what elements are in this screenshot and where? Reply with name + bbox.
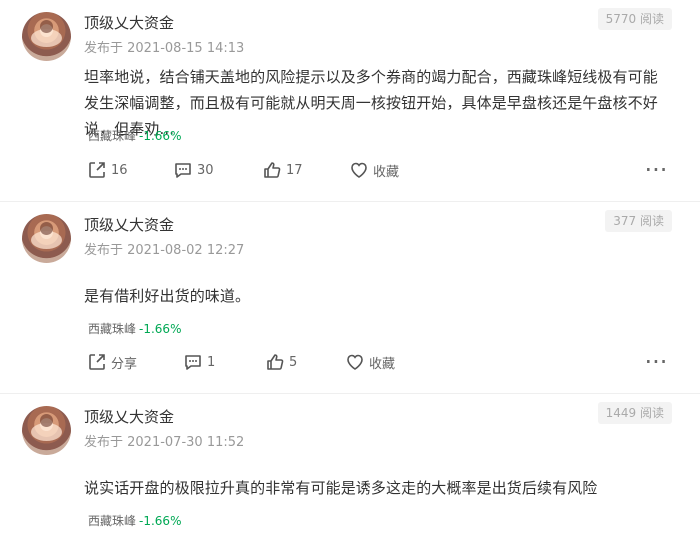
share-count: 16 — [111, 162, 128, 178]
post-date: 发布于 2021-08-15 14:13 — [84, 41, 245, 56]
collect-button[interactable]: 收藏 — [344, 351, 395, 373]
avatar[interactable] — [22, 406, 71, 455]
avatar[interactable] — [22, 214, 71, 263]
post-date: 发布于 2021-08-02 12:27 — [84, 243, 245, 258]
post-card: 顶级乂大资金 发布于 2021-08-02 12:27 377 阅读 是有借利好… — [0, 202, 700, 394]
collect-label: 收藏 — [373, 164, 400, 180]
author-name[interactable]: 顶级乂大资金 — [84, 214, 174, 235]
collect-button[interactable]: 收藏 — [348, 159, 399, 181]
more-icon[interactable]: ··· — [644, 158, 668, 182]
stock-change: -1.66% — [139, 514, 182, 528]
comment-button[interactable]: 1 — [182, 351, 215, 373]
post-card: 顶级乂大资金 发布于 2021-07-30 11:52 1449 阅读 说实话开… — [0, 394, 700, 534]
share-button[interactable]: 分享 — [86, 351, 137, 373]
more-icon[interactable]: ··· — [644, 350, 668, 374]
read-count-badge: 1449 阅读 — [597, 402, 672, 424]
heart-icon — [348, 159, 370, 181]
comment-button[interactable]: 30 — [172, 159, 214, 181]
avatar[interactable] — [22, 12, 71, 61]
stock-change: -1.66% — [139, 129, 182, 143]
stock-tag[interactable]: 西藏珠峰 -1.66% — [88, 127, 181, 144]
like-count: 17 — [286, 162, 303, 178]
thumbs-up-icon — [264, 351, 286, 373]
read-count-badge: 377 阅读 — [605, 210, 672, 232]
post-actions: 分享 1 5 收藏 ··· — [0, 350, 700, 374]
thumbs-up-icon — [261, 159, 283, 181]
stock-tag[interactable]: 西藏珠峰 -1.66% — [88, 512, 181, 529]
stock-name[interactable]: 西藏珠峰 — [88, 129, 136, 143]
collect-label: 收藏 — [369, 356, 396, 372]
share-button[interactable]: 16 — [86, 159, 128, 181]
author-name[interactable]: 顶级乂大资金 — [84, 406, 174, 427]
read-count-badge: 5770 阅读 — [597, 8, 672, 30]
comment-icon — [172, 159, 194, 181]
author-name[interactable]: 顶级乂大资金 — [84, 12, 174, 33]
stock-change: -1.66% — [139, 322, 182, 336]
post-feed: 顶级乂大资金 发布于 2021-08-15 14:13 5770 阅读 坦率地说… — [0, 0, 700, 534]
share-label: 分享 — [111, 356, 138, 372]
comment-icon — [182, 351, 204, 373]
stock-name[interactable]: 西藏珠峰 — [88, 514, 136, 528]
stock-name[interactable]: 西藏珠峰 — [88, 322, 136, 336]
heart-icon — [344, 351, 366, 373]
comment-count: 30 — [197, 162, 214, 178]
post-actions: 16 30 17 收藏 ··· — [0, 158, 700, 182]
post-date: 发布于 2021-07-30 11:52 — [84, 435, 245, 450]
post-content[interactable]: 是有借利好出货的味道。 — [84, 283, 670, 309]
like-count: 5 — [289, 354, 298, 370]
post-content[interactable]: 说实话开盘的极限拉升真的非常有可能是诱多这走的大概率是出货后续有风险 — [84, 475, 670, 501]
comment-count: 1 — [207, 354, 216, 370]
stock-tag[interactable]: 西藏珠峰 -1.66% — [88, 320, 181, 337]
share-icon — [86, 159, 108, 181]
like-button[interactable]: 5 — [264, 351, 297, 373]
post-card: 顶级乂大资金 发布于 2021-08-15 14:13 5770 阅读 坦率地说… — [0, 0, 700, 202]
like-button[interactable]: 17 — [261, 159, 303, 181]
share-icon — [86, 351, 108, 373]
